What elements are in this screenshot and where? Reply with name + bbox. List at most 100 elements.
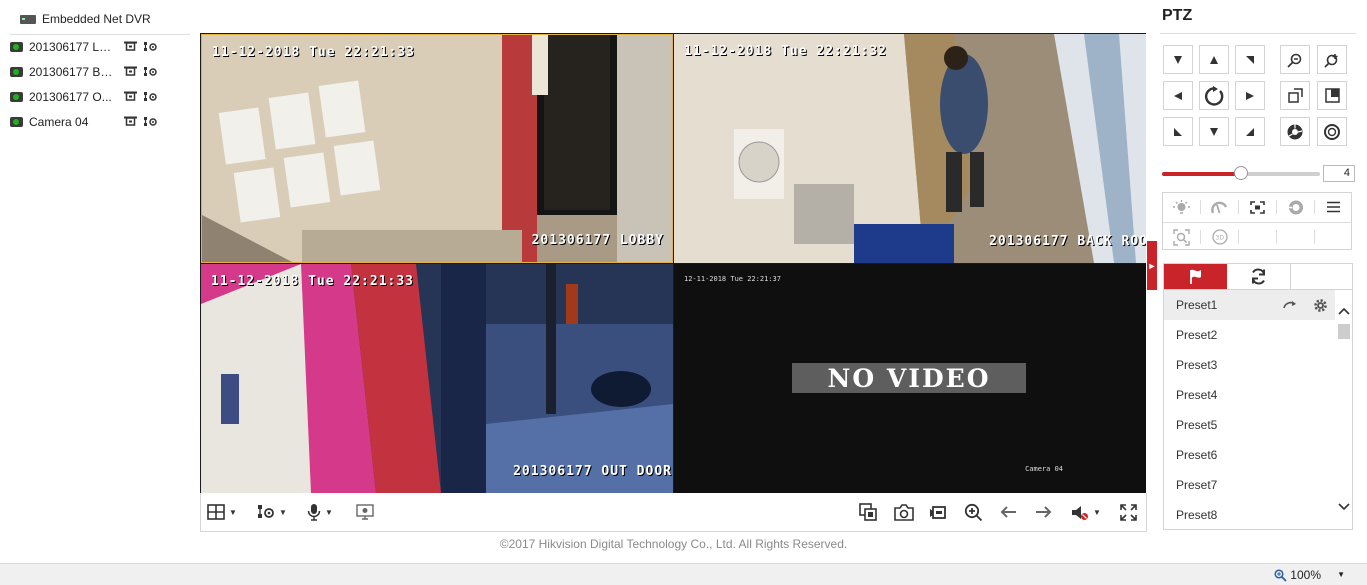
chevron-down-icon[interactable]: ▼ <box>1337 570 1345 579</box>
zoom-in-button[interactable] <box>1317 45 1347 74</box>
chevron-down-icon[interactable] <box>1338 500 1350 514</box>
menu-button[interactable] <box>1315 193 1352 221</box>
ptz-up-left-button[interactable] <box>1163 45 1193 74</box>
ptz-right-button[interactable] <box>1235 81 1265 110</box>
arrow-down-left-icon <box>1174 127 1182 136</box>
osd-camera-name: 201306177 BACK ROO <box>989 234 1146 249</box>
camera-online-icon <box>10 66 23 77</box>
stop-all-icon <box>859 503 877 521</box>
flag-icon <box>1189 269 1201 284</box>
camera-feed-image <box>202 35 672 262</box>
iris-close-button[interactable] <box>1317 117 1347 146</box>
iris-open-button[interactable] <box>1280 117 1310 146</box>
video-pane-back-room[interactable]: 11-12-2018 Tue 22:21:32 201306177 BACK R… <box>674 34 1146 263</box>
3d-zoom-button[interactable]: 3D <box>1201 223 1238 251</box>
record-button[interactable] <box>929 502 947 522</box>
tab-presets[interactable] <box>1164 264 1227 289</box>
tab-patrols[interactable] <box>1227 264 1290 289</box>
camera-item[interactable]: 201306177 O... <box>10 84 170 109</box>
zoom-in-icon <box>1324 53 1338 68</box>
stream-settings-icon[interactable] <box>143 41 157 53</box>
microphone-icon <box>307 504 321 521</box>
preset-label: Preset1 <box>1176 298 1218 312</box>
focus-far-icon <box>1324 88 1340 103</box>
arrow-down-icon <box>1210 127 1218 136</box>
ezoom-button[interactable] <box>356 502 374 522</box>
ptz-up-right-button[interactable] <box>1235 45 1265 74</box>
live-view-toolbar: ▼ ▼ ▼ ▼ <box>200 493 1147 532</box>
preset-item[interactable]: Preset5 <box>1164 410 1336 440</box>
divider <box>1314 230 1315 244</box>
camera-label: 201306177 BA... <box>29 64 117 79</box>
preset-item[interactable]: Preset2 <box>1164 320 1336 350</box>
focus-near-icon <box>1287 88 1303 103</box>
ptz-left-button[interactable] <box>1163 81 1193 110</box>
collapse-ptz-handle[interactable]: ► <box>1147 241 1157 290</box>
preset-item[interactable]: Preset3 <box>1164 350 1336 380</box>
call-preset-icon[interactable] <box>1283 299 1297 311</box>
fullscreen-icon <box>1120 503 1137 521</box>
stop-all-button[interactable] <box>859 502 877 522</box>
arrow-left-icon <box>1174 91 1182 100</box>
light-button[interactable] <box>1163 193 1200 221</box>
preset-item[interactable]: Preset7 <box>1164 470 1336 500</box>
next-page-button[interactable] <box>1035 502 1052 522</box>
audio-talk-button[interactable]: ▼ <box>307 502 333 522</box>
volume-button[interactable]: ▼ <box>1071 502 1101 522</box>
tab-pattern[interactable] <box>1290 264 1353 289</box>
fullscreen-button[interactable] <box>1120 502 1137 522</box>
gear-icon[interactable] <box>1313 298 1328 313</box>
camera-item[interactable]: Camera 04 <box>10 109 170 134</box>
preset-item[interactable]: Preset1 <box>1164 290 1336 320</box>
record-icon[interactable] <box>123 91 137 103</box>
capture-button[interactable] <box>894 502 914 522</box>
divider <box>1160 33 1356 34</box>
ptz-down-left-button[interactable] <box>1163 117 1193 146</box>
record-icon[interactable] <box>123 116 137 128</box>
preset-item[interactable]: Preset4 <box>1164 380 1336 410</box>
zoom-level[interactable]: 100% <box>1274 568 1321 582</box>
focus-far-button[interactable] <box>1317 81 1347 110</box>
video-pane-camera-04[interactable]: 12-11-2018 Tue 22:21:37 NO VIDEO Camera … <box>674 264 1146 493</box>
camera-item[interactable]: 201306177 BA... <box>10 59 170 84</box>
ptz-speed-knob[interactable] <box>1234 166 1248 180</box>
ptz-auto-button[interactable] <box>1199 81 1229 110</box>
ptz-down-right-button[interactable] <box>1235 117 1265 146</box>
iris-open-icon <box>1287 124 1303 139</box>
stream-settings-icon[interactable] <box>143 66 157 78</box>
wiper-button[interactable] <box>1201 193 1238 221</box>
camera-item[interactable]: 201306177 LO... <box>10 34 170 59</box>
preset-scrollbar[interactable] <box>1335 290 1352 528</box>
scrollbar-thumb[interactable] <box>1338 324 1350 339</box>
video-pane-out-door[interactable]: 11-12-2018 Tue 22:21:33 201306177 OUT DO… <box>201 264 673 493</box>
ptz-speed-slider[interactable] <box>1162 166 1320 180</box>
device-tree-root[interactable]: Embedded Net DVR <box>10 8 190 30</box>
ptz-speed-value: 4 <box>1323 165 1355 182</box>
arrow-down-right-icon <box>1246 127 1254 136</box>
preset-item[interactable]: Preset6 <box>1164 440 1336 470</box>
camera-icon <box>894 503 914 521</box>
record-icon[interactable] <box>123 41 137 53</box>
ptz-speed-fill <box>1162 172 1241 176</box>
chevron-up-icon[interactable] <box>1338 304 1350 318</box>
stream-settings-icon[interactable] <box>143 116 157 128</box>
record-icon[interactable] <box>123 66 137 78</box>
window-layout-button[interactable]: ▼ <box>207 502 237 522</box>
video-pane-lobby[interactable]: 11-12-2018 Tue 22:21:33 201306177 LOBBY <box>201 34 673 263</box>
preset-item[interactable]: Preset8 <box>1164 500 1336 529</box>
ptz-down-button[interactable] <box>1199 117 1229 146</box>
live-view-grid: 11-12-2018 Tue 22:21:33 201306177 LOBBY … <box>200 33 1146 493</box>
auxiliary-focus-button[interactable] <box>1239 193 1276 221</box>
lens-initialization-button[interactable] <box>1277 193 1314 221</box>
previous-page-button[interactable] <box>1000 502 1017 522</box>
focus-near-button[interactable] <box>1280 81 1310 110</box>
stream-type-button[interactable]: ▼ <box>257 502 287 522</box>
ptz-up-button[interactable] <box>1199 45 1229 74</box>
divider <box>1276 230 1277 244</box>
zoom-out-button[interactable] <box>1280 45 1310 74</box>
manual-tracking-button[interactable] <box>1163 223 1200 251</box>
aux-focus-icon <box>1250 200 1265 214</box>
stream-settings-icon[interactable] <box>143 91 157 103</box>
osd-timestamp: 11-12-2018 Tue 22:21:33 <box>212 45 416 60</box>
digital-zoom-button[interactable] <box>964 502 983 522</box>
